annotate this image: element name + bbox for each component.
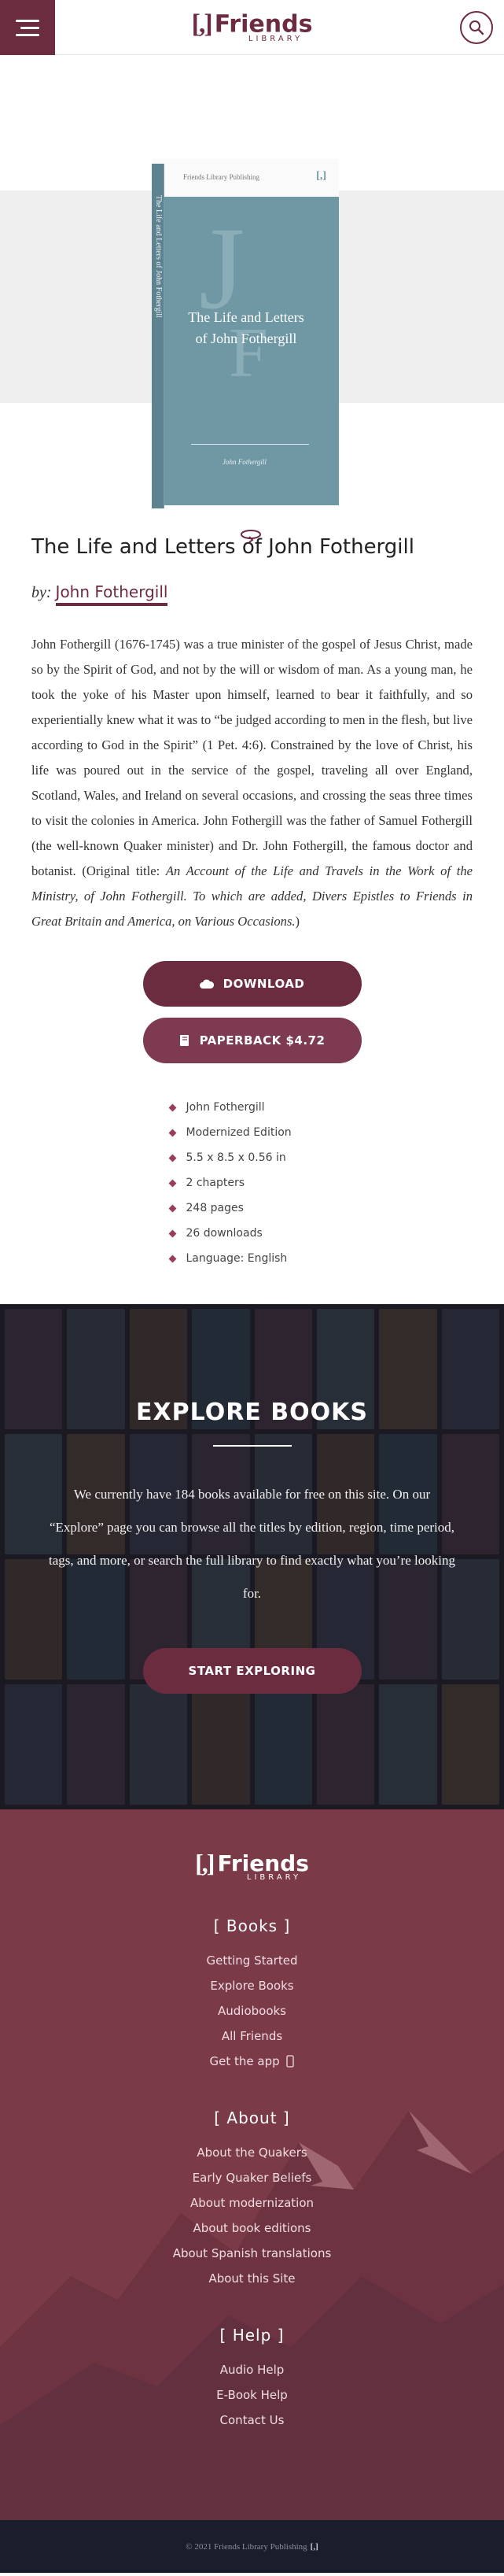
detail-item: John Fothergill bbox=[168, 1095, 335, 1120]
hamburger-icon bbox=[16, 33, 39, 36]
detail-author: John Fothergill bbox=[186, 1101, 265, 1114]
cloud-icon bbox=[199, 979, 214, 989]
footer-link-about-site[interactable]: About this Site bbox=[0, 2266, 504, 2291]
book-icon bbox=[179, 1035, 189, 1046]
diamond-bullet-icon bbox=[168, 1229, 176, 1237]
detail-item: 5.5 x 8.5 x 0.56 in bbox=[168, 1145, 335, 1170]
book-cover-header: Friends Library Publishing [,] bbox=[152, 159, 339, 197]
description-text: John Fothergill (1676-1745) was a true m… bbox=[31, 637, 473, 878]
footer-logo[interactable]: [,] Friends LIBRARY bbox=[0, 1849, 504, 1882]
footer-logo-sub: LIBRARY bbox=[246, 1873, 302, 1882]
detail-item: Modernized Edition bbox=[168, 1120, 335, 1145]
explore-text: We currently have 184 books available fo… bbox=[49, 1487, 455, 1601]
footer-link-get-app[interactable]: Get the app bbox=[210, 2054, 280, 2068]
book-details-list: John Fothergill Modernized Edition 5.5 x… bbox=[168, 1095, 335, 1271]
diamond-bullet-icon bbox=[168, 1255, 176, 1262]
rotate-book-button[interactable] bbox=[238, 527, 263, 547]
book-description: John Fothergill (1676-1745) was a true m… bbox=[31, 632, 473, 934]
detail-item: 2 chapters bbox=[168, 1170, 335, 1196]
hamburger-icon bbox=[16, 19, 39, 22]
site-header: [,] Friends LIBRARY bbox=[0, 0, 504, 55]
copyright-logo-mark: [,] bbox=[310, 2541, 318, 2552]
footer-link-about-quakers[interactable]: About the Quakers bbox=[0, 2140, 504, 2165]
footer-link-ebook-help[interactable]: E-Book Help bbox=[0, 2382, 504, 2408]
logo-bracket: [,] bbox=[191, 9, 213, 39]
book-cover[interactable]: Friends Library Publishing [,] The Life … bbox=[152, 159, 339, 513]
detail-language: Language: English bbox=[186, 1252, 288, 1265]
author-link[interactable]: John Fothergill bbox=[55, 582, 168, 606]
cover-divider bbox=[191, 444, 309, 445]
cover-publisher: Friends Library Publishing bbox=[183, 173, 259, 181]
explore-divider bbox=[212, 1445, 292, 1447]
footer-link-audio-help[interactable]: Audio Help bbox=[0, 2357, 504, 2382]
footer-link-getting-started[interactable]: Getting Started bbox=[0, 1948, 504, 1973]
footer-link-explore-books[interactable]: Explore Books bbox=[0, 1973, 504, 1998]
by-label: by: bbox=[31, 584, 52, 601]
footer-link-modernization[interactable]: About modernization bbox=[0, 2190, 504, 2216]
footer-link-spanish[interactable]: About Spanish translations bbox=[0, 2241, 504, 2266]
footer-link-get-app-row: Get the app bbox=[0, 2049, 504, 2074]
cover-logo-mark: [,] bbox=[316, 170, 326, 182]
cover-title-line: of John Fothergill bbox=[195, 331, 297, 346]
book-cover-section: Friends Library Publishing [,] The Life … bbox=[0, 55, 504, 543]
phone-icon bbox=[286, 2055, 295, 2068]
copyright-bar: © 2021 Friends Library Publishing [,] bbox=[0, 2520, 504, 2573]
rotate-icon bbox=[241, 530, 261, 543]
footer-heading-about: [ About ] bbox=[214, 2108, 290, 2127]
download-button[interactable]: DOWNLOAD bbox=[142, 961, 362, 1007]
footer-content: [,] Friends LIBRARY [ Books ] Getting St… bbox=[0, 1809, 504, 2433]
action-buttons: DOWNLOAD PAPERBACK $4.72 bbox=[31, 961, 473, 1063]
diamond-bullet-icon bbox=[168, 1103, 176, 1111]
footer-heading-help: [ Help ] bbox=[219, 2326, 285, 2345]
search-button[interactable] bbox=[460, 11, 493, 44]
menu-button[interactable] bbox=[0, 0, 55, 55]
copyright-text: © 2021 Friends Library Publishing bbox=[186, 2541, 307, 2552]
detail-item: 26 downloads bbox=[168, 1221, 335, 1246]
diamond-bullet-icon bbox=[168, 1179, 176, 1187]
cover-title: The Life and Letters of John Fothergill bbox=[167, 307, 325, 349]
spine-title: The Life and Letters of John Fothergill bbox=[154, 195, 163, 318]
original-title-suffix: ) bbox=[295, 914, 300, 929]
diamond-bullet-icon bbox=[168, 1154, 176, 1162]
footer-heading-books: [ Books ] bbox=[213, 1916, 291, 1935]
cover-title-line: The Life and Letters bbox=[188, 309, 304, 325]
detail-size: 5.5 x 8.5 x 0.56 in bbox=[186, 1151, 286, 1164]
footer-link-editions[interactable]: About book editions bbox=[0, 2216, 504, 2241]
site-footer: [,] Friends LIBRARY [ Books ] Getting St… bbox=[0, 1809, 504, 2520]
paperback-label: PAPERBACK $4.72 bbox=[199, 1033, 326, 1048]
detail-downloads: 26 downloads bbox=[186, 1227, 263, 1240]
footer-link-all-friends[interactable]: All Friends bbox=[0, 2023, 504, 2049]
detail-pages: 248 pages bbox=[186, 1202, 244, 1214]
original-title-prefix: (Original title: bbox=[82, 863, 166, 878]
search-icon bbox=[469, 20, 484, 35]
diamond-bullet-icon bbox=[168, 1129, 176, 1136]
footer-section-help: [ Help ] Audio Help E-Book Help Contact … bbox=[0, 2326, 504, 2433]
book-info: The Life and Letters of John Fothergill … bbox=[0, 535, 504, 1271]
explore-books-section: EXPLORE BOOKS We currently have 184 book… bbox=[0, 1304, 504, 1809]
cover-initial-j: J bbox=[199, 203, 245, 334]
hamburger-icon bbox=[20, 26, 39, 29]
byline: by: John Fothergill bbox=[31, 582, 473, 606]
footer-link-audiobooks[interactable]: Audiobooks bbox=[0, 1998, 504, 2023]
detail-chapters: 2 chapters bbox=[186, 1177, 245, 1189]
detail-edition: Modernized Edition bbox=[186, 1126, 292, 1139]
explore-title: EXPLORE BOOKS bbox=[136, 1399, 368, 1426]
start-exploring-button[interactable]: START EXPLORING bbox=[142, 1648, 362, 1694]
logo-sub: LIBRARY bbox=[248, 35, 304, 43]
footer-section-books: [ Books ] Getting Started Explore Books … bbox=[0, 1916, 504, 2074]
explore-content: EXPLORE BOOKS We currently have 184 book… bbox=[0, 1304, 504, 1694]
site-logo[interactable]: [,] Friends LIBRARY bbox=[192, 9, 313, 43]
download-label: DOWNLOAD bbox=[223, 977, 305, 991]
paperback-button[interactable]: PAPERBACK $4.72 bbox=[142, 1018, 362, 1063]
book-spine: The Life and Letters of John Fothergill bbox=[152, 164, 164, 508]
detail-item: Language: English bbox=[168, 1246, 335, 1271]
diamond-bullet-icon bbox=[168, 1204, 176, 1212]
cover-author: John Fothergill bbox=[223, 458, 267, 466]
footer-link-contact[interactable]: Contact Us bbox=[0, 2408, 504, 2433]
footer-link-quaker-beliefs[interactable]: Early Quaker Beliefs bbox=[0, 2165, 504, 2190]
footer-logo-bracket: [,] bbox=[195, 1849, 215, 1877]
footer-section-about: [ About ] About the Quakers Early Quaker… bbox=[0, 2108, 504, 2291]
detail-item: 248 pages bbox=[168, 1196, 335, 1221]
